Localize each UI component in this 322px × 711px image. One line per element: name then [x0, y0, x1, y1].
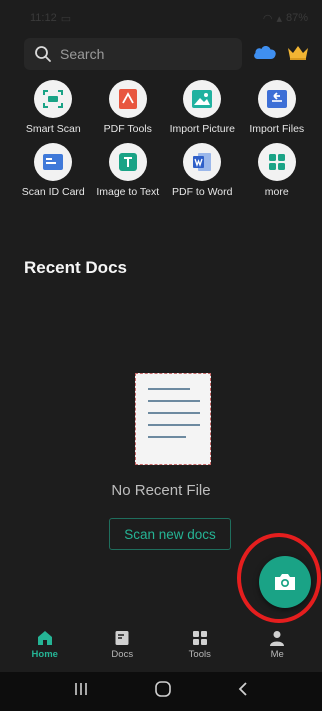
illustration-line — [148, 436, 186, 438]
nav-home[interactable]: Home — [15, 630, 75, 672]
camera-button[interactable] — [259, 556, 311, 608]
recent-apps-icon — [74, 683, 87, 695]
search-row: Search — [24, 38, 310, 70]
status-bar: 11:12 ▭ ◠ ▴ 87% — [0, 0, 322, 36]
pdf-icon — [108, 80, 147, 118]
search-input[interactable]: Search — [24, 38, 242, 70]
tool-label: Import Picture — [169, 123, 235, 135]
image-icon — [183, 80, 222, 118]
more-icon — [257, 143, 296, 181]
search-icon — [34, 45, 52, 63]
id-card-icon — [34, 143, 73, 181]
home-icon — [37, 631, 52, 645]
nav-tools[interactable]: Tools — [170, 630, 230, 672]
illustration-line — [148, 412, 200, 414]
status-time: 11:12 — [30, 12, 57, 24]
tool-more[interactable]: more — [240, 143, 315, 198]
status-right: ◠ ▴ 87% — [263, 12, 308, 25]
tool-grid: Smart Scan PDF Tools Import Picture Impo… — [16, 80, 314, 198]
empty-state-text: No Recent File — [111, 482, 211, 499]
tool-import-picture[interactable]: Import Picture — [165, 80, 240, 135]
illustration-line — [148, 400, 200, 402]
tool-pdf-tools[interactable]: PDF Tools — [91, 80, 166, 135]
empty-document-illustration — [135, 373, 211, 465]
smart-scan-icon — [34, 80, 73, 118]
docs-icon — [115, 631, 129, 645]
nav-label: Tools — [188, 649, 211, 660]
tool-image-to-text[interactable]: Image to Text — [91, 143, 166, 198]
search-placeholder: Search — [60, 46, 105, 62]
tool-label: Image to Text — [96, 186, 160, 198]
tool-label: PDF to Word — [172, 186, 233, 198]
tool-label: more — [264, 186, 289, 198]
tool-label: PDF Tools — [103, 123, 152, 135]
tool-label: Import Files — [249, 123, 305, 135]
gallery-status-icon: ▭ — [60, 12, 72, 25]
signal-status-icon: ▴ — [276, 12, 282, 25]
text-icon — [108, 143, 147, 181]
nav-me[interactable]: Me — [247, 630, 307, 672]
status-left: 11:12 ▭ — [30, 12, 71, 25]
scan-new-docs-button[interactable]: Scan new docs — [109, 518, 231, 550]
tool-scan-id-card[interactable]: Scan ID Card — [16, 143, 91, 198]
nav-label: Me — [270, 649, 284, 660]
import-files-icon — [257, 80, 296, 118]
illustration-line — [148, 388, 190, 390]
wifi-status-icon: ◠ — [262, 12, 273, 25]
app-screen: 11:12 ▭ ◠ ▴ 87% Search Smart Scan PDF To… — [0, 0, 322, 711]
tool-label: Smart Scan — [25, 123, 81, 135]
back-button[interactable] — [237, 681, 249, 702]
crown-icon[interactable] — [286, 43, 310, 66]
tool-label: Scan ID Card — [21, 186, 85, 198]
back-chevron-icon — [239, 682, 247, 696]
camera-icon — [275, 574, 295, 590]
tool-smart-scan[interactable]: Smart Scan — [16, 80, 91, 135]
tools-icon — [192, 631, 207, 645]
recent-apps-button[interactable] — [73, 682, 89, 701]
tool-pdf-to-word[interactable]: PDF to Word — [165, 143, 240, 198]
profile-icon — [270, 631, 285, 646]
tool-import-files[interactable]: Import Files — [240, 80, 315, 135]
system-nav-bar — [0, 672, 322, 711]
bottom-nav: Home Docs Tools Me — [0, 630, 322, 672]
illustration-line — [148, 424, 200, 426]
cloud-icon[interactable] — [252, 43, 278, 66]
recent-docs-title: Recent Docs — [24, 258, 127, 277]
word-icon — [183, 143, 222, 181]
nav-label: Home — [31, 649, 58, 660]
home-circle-icon — [155, 681, 171, 697]
home-system-button[interactable] — [154, 680, 172, 703]
battery-level: 87% — [285, 12, 308, 24]
nav-docs[interactable]: Docs — [92, 630, 152, 672]
nav-label: Docs — [111, 649, 134, 660]
